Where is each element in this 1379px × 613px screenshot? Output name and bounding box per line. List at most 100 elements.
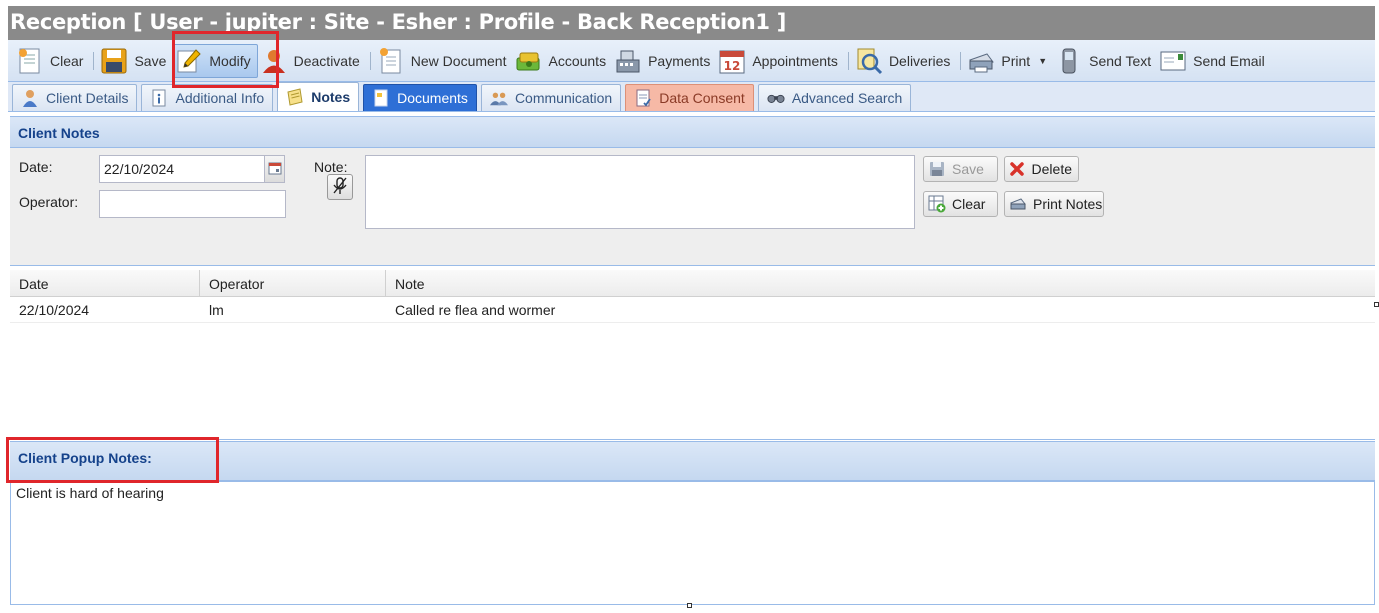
new-document-button[interactable]: New Document <box>375 44 513 78</box>
calendar-icon <box>268 161 282 178</box>
accounts-button-label: Accounts <box>548 52 607 69</box>
consent-form-icon <box>634 89 652 107</box>
send-text-button[interactable]: Send Text <box>1053 44 1157 78</box>
operator-field[interactable] <box>99 190 286 218</box>
pencil-edit-icon <box>175 47 203 75</box>
microphone-muted-icon <box>332 176 348 198</box>
window-title: Reception [ User - jupiter : Site - Eshe… <box>8 6 1375 40</box>
operator-label: Operator: <box>19 194 79 210</box>
print-notes-button[interactable]: Print Notes <box>1004 191 1104 217</box>
info-document-icon <box>150 89 168 107</box>
tab-additional-info-label: Additional Info <box>175 90 265 106</box>
tab-communication-label: Communication <box>514 90 613 106</box>
delete-x-icon <box>1009 160 1026 178</box>
deliveries-button-label: Deliveries <box>888 52 951 69</box>
deliveries-button[interactable]: Deliveries <box>853 44 956 78</box>
resize-handle-bottom[interactable] <box>687 603 692 608</box>
floppy-disk-icon <box>100 47 128 75</box>
cash-register-icon <box>614 47 642 75</box>
note-clear-button[interactable]: Clear <box>923 191 998 217</box>
tab-documents[interactable]: Documents <box>363 84 477 111</box>
person-icon <box>21 89 39 107</box>
cell-date: 22/10/2024 <box>19 302 90 318</box>
people-group-icon <box>489 89 508 107</box>
notepad-icon <box>286 88 304 106</box>
tab-advanced-search-label: Advanced Search <box>791 90 903 106</box>
print-notes-label: Print Notes <box>1033 196 1103 212</box>
date-field[interactable]: 22/10/2024 <box>99 155 285 183</box>
tab-communication[interactable]: Communication <box>480 84 622 111</box>
document-icon <box>372 89 390 107</box>
deactivate-button-label: Deactivate <box>293 52 360 69</box>
tab-documents-label: Documents <box>397 90 468 106</box>
cell-operator: lm <box>209 302 224 318</box>
email-envelope-icon <box>1159 47 1187 75</box>
note-clear-label: Clear <box>952 196 986 212</box>
deactivate-button[interactable]: Deactivate <box>258 44 366 78</box>
note-textarea[interactable] <box>365 155 915 229</box>
printer-icon <box>1009 195 1027 213</box>
clear-form-icon <box>16 47 44 75</box>
tab-notes[interactable]: Notes <box>277 82 360 111</box>
client-notes-form: Date: 22/10/2024 Operator: Note: Save De… <box>10 148 1375 266</box>
column-header-note[interactable]: Note <box>386 270 1375 297</box>
send-email-button[interactable]: Send Email <box>1157 44 1271 78</box>
magnifier-document-icon <box>855 47 883 75</box>
clear-button[interactable]: Clear <box>14 44 89 78</box>
money-stack-icon <box>514 47 542 75</box>
toolbar-separator <box>847 51 849 70</box>
popup-notes-textarea[interactable]: Client is hard of hearing <box>10 481 1375 605</box>
dictation-button[interactable] <box>327 174 353 200</box>
appointments-button[interactable]: 12 Appointments <box>716 44 844 78</box>
column-header-operator[interactable]: Operator <box>200 270 386 297</box>
toolbar-separator <box>369 51 371 70</box>
payments-button-label: Payments <box>648 52 711 69</box>
toolbar-separator <box>960 51 962 70</box>
toolbar-separator <box>93 51 95 70</box>
tab-advanced-search[interactable]: Advanced Search <box>757 84 912 111</box>
tab-data-consent-label: Data Consent <box>659 90 745 106</box>
note-save-label: Save <box>952 161 984 177</box>
tab-client-details-label: Client Details <box>46 90 129 106</box>
modify-button[interactable]: Modify <box>172 43 258 78</box>
user-deactivate-icon <box>260 47 288 75</box>
table-row[interactable]: 22/10/2024 lm Called re flea and wormer <box>10 297 1375 323</box>
note-delete-label: Delete <box>1031 161 1072 177</box>
clear-grid-icon <box>928 195 946 213</box>
save-button[interactable]: Save <box>98 44 172 78</box>
note-label: Note: <box>314 159 348 175</box>
printer-icon <box>967 47 995 75</box>
binoculars-icon <box>767 89 785 107</box>
tab-notes-label: Notes <box>311 89 351 105</box>
client-notes-header: Client Notes <box>10 116 1375 148</box>
clear-button-label: Clear <box>50 52 84 69</box>
tab-strip: Client Details Additional Info Notes Doc… <box>8 82 1375 112</box>
tab-client-details[interactable]: Client Details <box>12 84 138 111</box>
notes-grid: Date Operator Note 22/10/2024 lm Called … <box>10 270 1375 440</box>
floppy-disk-icon <box>928 160 946 178</box>
note-delete-button[interactable]: Delete <box>1004 156 1079 182</box>
date-picker-button[interactable] <box>264 156 284 182</box>
new-document-icon <box>377 47 405 75</box>
popup-notes-text: Client is hard of hearing <box>16 485 164 501</box>
note-save-button[interactable]: Save <box>923 156 998 182</box>
resize-handle-right[interactable] <box>1374 302 1379 307</box>
chevron-down-icon: ▼ <box>1038 55 1048 66</box>
payments-button[interactable]: Payments <box>612 44 716 78</box>
appointments-button-label: Appointments <box>752 52 838 69</box>
client-popup-notes-header: Client Popup Notes: <box>10 441 1375 481</box>
date-field-value: 22/10/2024 <box>104 161 175 177</box>
tab-data-consent[interactable]: Data Consent <box>625 84 754 111</box>
save-button-label: Save <box>134 52 167 69</box>
print-dropdown-button[interactable]: Print ▼ <box>965 44 1053 78</box>
notes-grid-header: Date Operator Note <box>10 270 1375 297</box>
modify-button-label: Modify <box>209 52 251 69</box>
column-header-date[interactable]: Date <box>10 270 200 297</box>
main-toolbar: Clear Save Modify Deactivate New Documen… <box>8 40 1375 82</box>
print-button-label: Print <box>1001 52 1031 69</box>
mobile-phone-icon <box>1055 47 1083 75</box>
new-document-button-label: New Document <box>410 52 507 69</box>
accounts-button[interactable]: Accounts <box>512 44 612 78</box>
calendar-icon: 12 <box>718 47 746 75</box>
tab-additional-info[interactable]: Additional Info <box>141 84 274 111</box>
